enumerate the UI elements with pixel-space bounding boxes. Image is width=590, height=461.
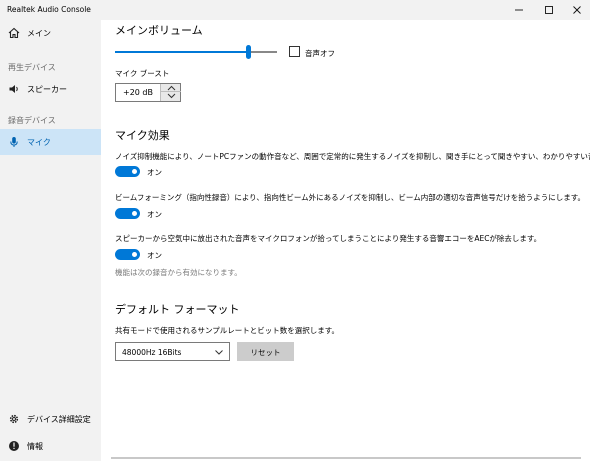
mic-boost-stepper[interactable]: +20 dB	[115, 83, 181, 102]
volume-slider-fill	[115, 51, 248, 53]
maximize-button[interactable]	[534, 0, 564, 20]
horizontal-scrollbar[interactable]	[111, 457, 581, 459]
speaker-icon	[8, 83, 20, 95]
effects-title: マイク効果	[115, 129, 170, 142]
minimize-button[interactable]	[504, 0, 534, 20]
reset-button-label: リセット	[250, 348, 281, 357]
mute-label: 音声オフ	[305, 49, 335, 58]
sidebar-item-label: マイク	[27, 138, 51, 147]
sidebar-item-label: スピーカー	[27, 85, 67, 94]
maximize-icon	[545, 6, 553, 14]
app-title: Realtek Audio Console	[7, 5, 91, 14]
format-dropdown-value: 48000Hz 16Bits	[122, 348, 182, 357]
mute-checkbox[interactable]	[289, 46, 300, 57]
sidebar-item-label: メイン	[27, 29, 51, 38]
beamforming-description: ビームフォーミング（指向性録音）により、指向性ビーム外にあるノイズを抑制し、ビー…	[115, 193, 585, 202]
title-bar: Realtek Audio Console	[0, 0, 590, 20]
sidebar-item-device-settings[interactable]: デバイス詳細設定	[0, 406, 101, 432]
close-button[interactable]	[562, 0, 590, 20]
volume-title: メインボリューム	[115, 24, 203, 37]
home-icon	[8, 27, 20, 39]
chevron-down-icon	[215, 350, 223, 355]
toggle-state-label: オン	[147, 251, 162, 260]
main-panel: メインボリューム 音声オフ マイク ブースト +20 dB マイク効果 ノイズ抑…	[101, 20, 590, 461]
info-icon	[8, 440, 20, 452]
format-description: 共有モードで使用されるサンプルレートとビット数を選択します。	[115, 326, 340, 335]
sidebar-item-label: 情報	[27, 442, 43, 451]
echo-cancellation-toggle[interactable]	[115, 249, 140, 260]
section-header-recording: 録音デバイス	[8, 116, 56, 125]
toggle-knob	[132, 169, 137, 174]
gear-icon	[8, 413, 20, 425]
reset-button[interactable]: リセット	[237, 342, 294, 361]
toggle-state-label: オン	[147, 210, 162, 219]
toggle-knob	[132, 252, 137, 257]
noise-suppression-description: ノイズ抑制機能により、ノートPCファンの動作音など、周囲で定常的に発生するノイズ…	[115, 152, 590, 161]
sidebar-item-main[interactable]: メイン	[0, 20, 101, 46]
sidebar: メイン 再生デバイス スピーカー 録音デバイス マイク デバイス詳細設定 情報	[0, 20, 101, 461]
stepper-up-button[interactable]	[161, 84, 181, 92]
section-header-playback: 再生デバイス	[8, 63, 56, 72]
stepper-down-button[interactable]	[161, 92, 181, 100]
effects-note: 機能は次の録音から有効になります。	[115, 268, 242, 277]
stepper-buttons	[160, 84, 181, 101]
format-dropdown[interactable]: 48000Hz 16Bits	[115, 342, 230, 361]
mic-boost-label: マイク ブースト	[115, 69, 170, 78]
volume-slider-thumb[interactable]	[246, 45, 251, 59]
microphone-icon	[8, 136, 20, 148]
sidebar-item-speaker[interactable]: スピーカー	[0, 76, 101, 102]
echo-cancellation-description: スピーカーから空気中に放出された音声をマイクロフォンが拾ってしまうことにより発生…	[115, 234, 542, 243]
chevron-up-icon	[167, 85, 175, 90]
app-window: Realtek Audio Console メイン 再生デバイス スピーカー 録…	[0, 0, 590, 461]
toggle-knob	[132, 211, 137, 216]
minimize-icon	[515, 9, 523, 11]
sidebar-item-info[interactable]: 情報	[0, 433, 101, 459]
sidebar-item-microphone[interactable]: マイク	[0, 129, 101, 155]
toggle-state-label: オン	[147, 168, 162, 177]
close-icon	[573, 6, 581, 14]
volume-slider[interactable]	[115, 45, 277, 59]
chevron-down-icon	[167, 93, 175, 99]
mic-boost-value: +20 dB	[123, 88, 153, 97]
noise-suppression-toggle[interactable]	[115, 166, 140, 177]
beamforming-toggle[interactable]	[115, 208, 140, 219]
sidebar-item-label: デバイス詳細設定	[27, 415, 91, 424]
format-title: デフォルト フォーマット	[115, 303, 240, 316]
